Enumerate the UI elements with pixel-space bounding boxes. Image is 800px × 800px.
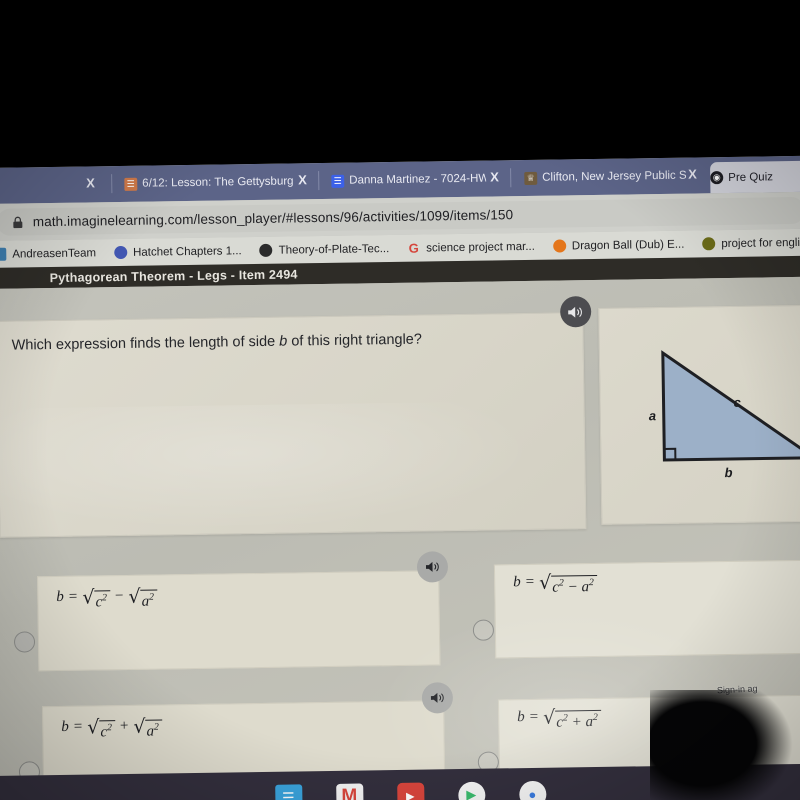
browser-tab-label: Clifton, New Jersey Public Sc — [542, 169, 687, 184]
speaker-icon — [568, 306, 582, 318]
slides-icon: ☰ — [124, 177, 138, 191]
google-icon: G — [408, 240, 419, 256]
browser-tab-3-active[interactable]: ◉ Pre Quiz — [709, 160, 800, 194]
question-prefix: Which expression finds the length of sid… — [11, 333, 280, 354]
answer-choice-a-math: b = √ c2 − √ a2 — [56, 586, 158, 612]
url-text: math.imaginelearning.com/lesson_player/#… — [32, 207, 514, 230]
answer-radio-b[interactable] — [472, 619, 495, 641]
dot-icon — [702, 237, 716, 251]
question-suffix: of this right triangle? — [287, 331, 422, 350]
gmail-icon[interactable]: M — [335, 782, 364, 800]
tab-separator — [318, 171, 320, 191]
answer-radio-a[interactable] — [13, 631, 36, 653]
calendar-icon — [0, 247, 7, 261]
bookmark-label: Hatchet Chapters 1... — [132, 244, 242, 259]
speaker-icon — [430, 692, 444, 703]
bookmark-label: project for english 1... — [721, 236, 800, 250]
quizlet-icon — [113, 245, 128, 260]
browser-tab-label: Danna Martinez - 7024-HW: T — [349, 172, 487, 187]
figure-label-a: a — [648, 408, 657, 424]
google-slides-icon[interactable]: ☰ — [274, 783, 303, 800]
browser-tab-2[interactable]: ♕ Clifton, New Jersey Public Sc — [524, 161, 686, 193]
tab-separator — [111, 174, 113, 194]
bookmark-label: Theory-of-Plate-Tec... — [278, 242, 390, 257]
answer-choice-d-math: b = √ c2 + a2 — [517, 707, 602, 732]
bookmark-label: AndreasenTeam — [12, 246, 97, 261]
page-title: Pythagorean Theorem - Legs - Item 2494 — [49, 266, 298, 285]
youtube-icon[interactable]: ▶ — [396, 782, 425, 800]
browser-tab-label: Pre Quiz — [728, 170, 774, 184]
bookmark-label: Dragon Ball (Dub) E... — [571, 238, 685, 252]
question-variable: b — [279, 333, 288, 350]
bookmark-hatchet[interactable]: Hatchet Chapters 1... — [113, 244, 242, 260]
figure-label-b: b — [724, 464, 733, 481]
browser-tab-0[interactable]: ☰ 6/12: Lesson: The Gettysburg — [124, 166, 294, 199]
question-text: Which expression finds the length of sid… — [12, 332, 422, 354]
browser-tab-label: 6/12: Lesson: The Gettysburg — [142, 175, 294, 190]
photo-of-screen: X ☰ 6/12: Lesson: The Gettysburg X ☰ Dan… — [0, 0, 800, 800]
school-icon: ♕ — [524, 171, 538, 185]
right-triangle-figure — [661, 350, 800, 462]
imagine-learning-icon: ◉ — [710, 171, 724, 185]
google-play-icon[interactable]: ▶ — [457, 781, 486, 800]
dragon-icon — [552, 239, 566, 253]
tab-close-icon-1[interactable]: X — [298, 172, 307, 187]
answer-choice-b-math: b = √ c2 − a2 — [513, 572, 598, 597]
answer-c-speaker-button[interactable] — [421, 682, 454, 714]
answer-a-speaker-button[interactable] — [416, 551, 449, 583]
answer-choice-a[interactable]: b = √ c2 − √ a2 — [37, 570, 441, 672]
answer-choice-b[interactable]: b = √ c2 − a2 — [493, 559, 800, 659]
bookmark-plate-tectonics[interactable]: Theory-of-Plate-Tec... — [259, 242, 390, 257]
tab-separator — [510, 168, 512, 188]
answer-choice-c-math: b = √ c2 + √ a2 — [61, 716, 163, 742]
figure-label-c: c — [733, 394, 741, 410]
tab-close-icon-2[interactable]: X — [490, 169, 499, 184]
speaker-icon — [425, 561, 439, 572]
globe-icon — [259, 243, 273, 257]
bookmark-dragon-ball[interactable]: Dragon Ball (Dub) E... — [552, 238, 685, 253]
bookmark-label: science project mar... — [426, 240, 535, 254]
bookmark-science-project[interactable]: G science project mar... — [407, 240, 535, 255]
tab-close-icon-0[interactable]: X — [86, 175, 95, 190]
question-card: Which expression finds the length of sid… — [0, 312, 587, 538]
question-speaker-button[interactable] — [559, 296, 592, 328]
tab-close-icon-3[interactable]: X — [688, 166, 697, 181]
figure-card: a c b — [598, 304, 800, 525]
lock-icon — [13, 216, 23, 228]
finger-shadow — [650, 690, 800, 800]
classroom-icon: ☰ — [331, 174, 345, 188]
browser-tab-1[interactable]: ☰ Danna Martinez - 7024-HW: T — [331, 164, 486, 196]
bookmark-project-english[interactable]: project for english 1... — [702, 235, 800, 251]
chrome-icon[interactable]: ● — [518, 780, 547, 800]
bookmark-andreasenteam[interactable]: AndreasenTeam — [0, 246, 96, 261]
